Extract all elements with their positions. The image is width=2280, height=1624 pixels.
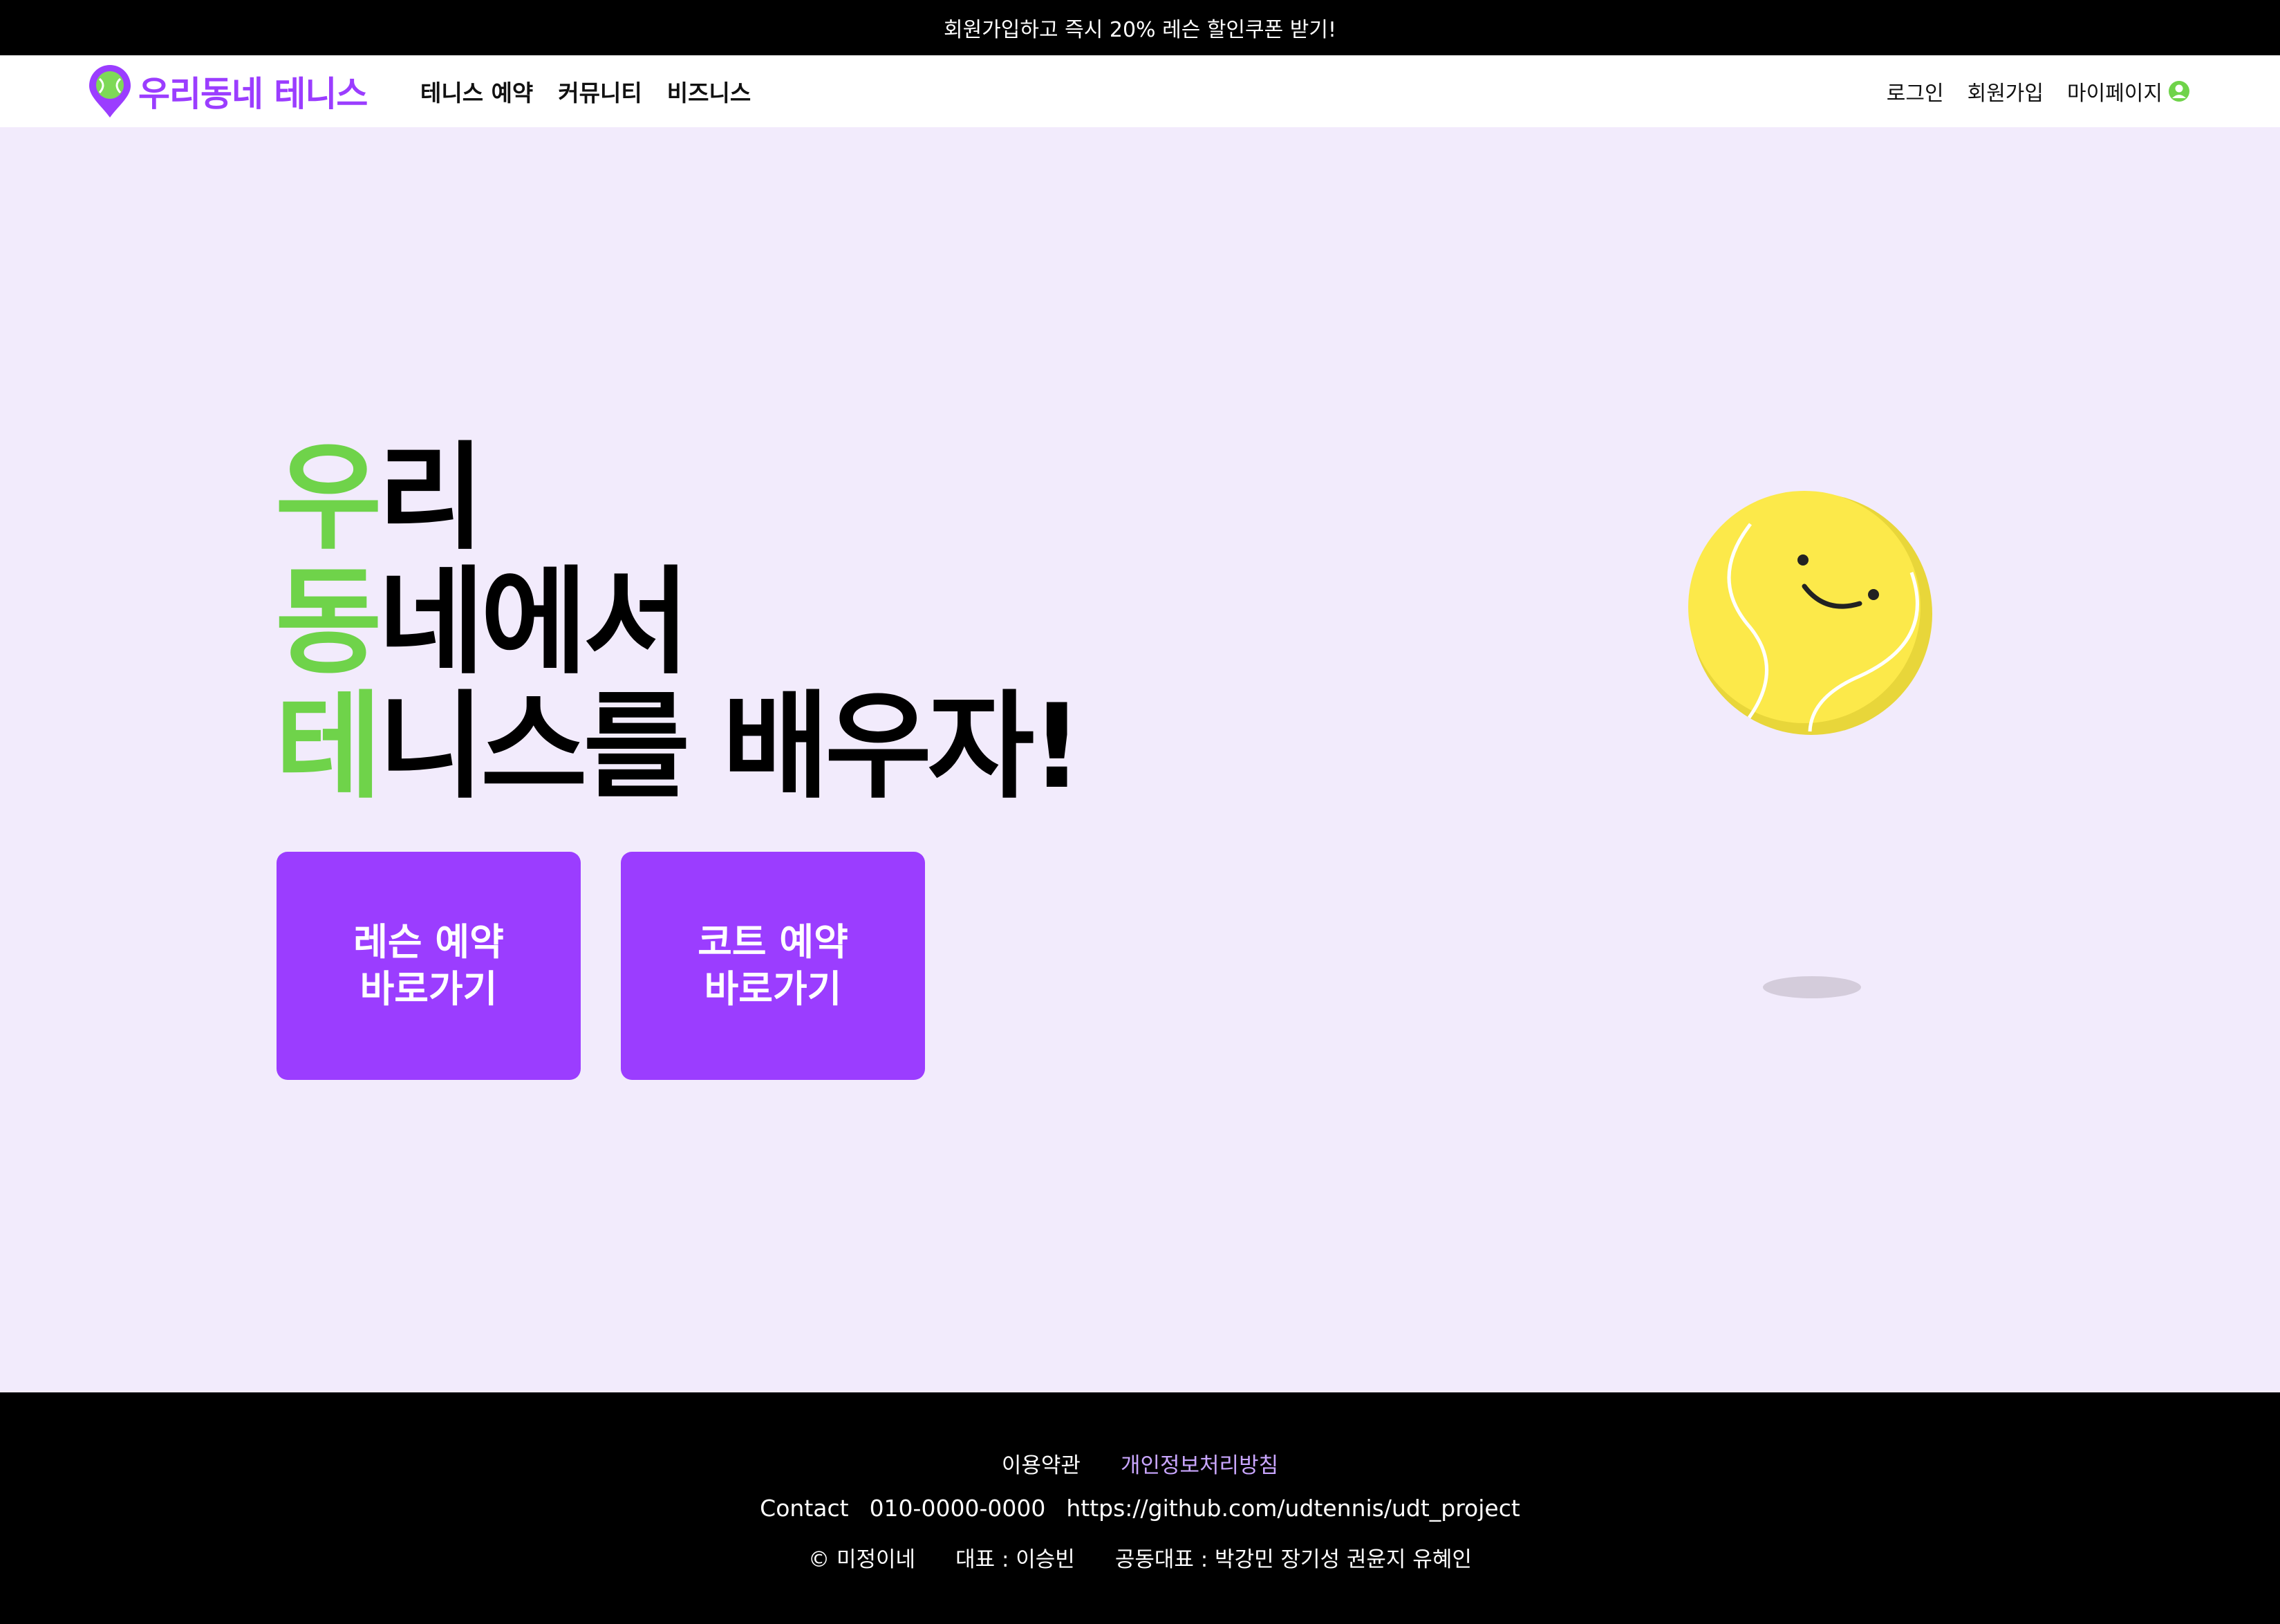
ball-shadow — [1763, 976, 1861, 998]
nav-tennis-reservation[interactable]: 테니스 예약 — [420, 75, 533, 108]
privacy-link[interactable]: 개인정보처리방침 — [1121, 1448, 1278, 1479]
hero-line-1: 우리 — [275, 436, 1079, 560]
logo-text: 우리동네 테니스 — [138, 74, 368, 114]
co-ceo: 공동대표 : 박강민 장기성 권윤지 유혜인 — [1114, 1547, 1472, 1572]
lesson-reservation-button[interactable]: 레슨 예약 바로가기 — [277, 852, 581, 1080]
tennis-location-pin-icon — [89, 65, 131, 118]
user-circle-icon — [2169, 81, 2189, 102]
contact-label: Contact — [760, 1495, 849, 1522]
contact-phone: 010-0000-0000 — [869, 1495, 1046, 1522]
promo-text[interactable]: 회원가입하고 즉시 20% 레슨 할인쿠폰 받기! — [944, 12, 1336, 43]
hero-line-text: 니스를 배우자! — [377, 679, 1083, 814]
mypage-label: 마이페이지 — [2067, 82, 2162, 106]
mypage-link[interactable]: 마이페이지 — [2067, 76, 2190, 106]
nav-links: 테니스 예약 커뮤니티 비즈니스 — [420, 55, 751, 127]
hero-title: 우리 동네에서 테니스를 배우자! — [275, 436, 1083, 809]
main-nav: 우리동네 테니스 테니스 예약 커뮤니티 비즈니스 로그인 회원가입 마이페이지 — [0, 55, 2280, 127]
terms-link[interactable]: 이용약관 — [1002, 1448, 1081, 1479]
hero-accent-char: 우 — [275, 430, 382, 566]
hero-accent-char: 테 — [275, 679, 382, 814]
nav-account: 로그인 회원가입 마이페이지 — [1887, 55, 2190, 127]
hero-line-text: 리 — [377, 430, 485, 566]
footer-company: © 미정이네 대표 : 이승빈 공동대표 : 박강민 장기성 권윤지 유혜인 — [0, 1542, 2280, 1573]
hero-line-text: 네에서 — [377, 554, 691, 690]
smiling-tennis-ball-illustration — [1688, 491, 1932, 735]
hero-accent-char: 동 — [275, 554, 382, 690]
nav-community[interactable]: 커뮤니티 — [558, 75, 642, 108]
github-link[interactable]: https://github.com/udtennis/udt_project — [1066, 1495, 1520, 1522]
court-reservation-button[interactable]: 코트 예약 바로가기 — [621, 852, 925, 1080]
ceo: 대표 : 이승빈 — [955, 1547, 1075, 1572]
promo-banner[interactable]: 회원가입하고 즉시 20% 레슨 할인쿠폰 받기! — [0, 0, 2280, 55]
copyright: © 미정이네 — [808, 1547, 916, 1572]
nav-business[interactable]: 비즈니스 — [667, 75, 751, 108]
logo[interactable]: 우리동네 테니스 — [87, 62, 368, 120]
footer: 이용약관 개인정보처리방침 Contact 010-0000-0000 http… — [0, 1392, 2280, 1624]
signup-link[interactable]: 회원가입 — [1968, 76, 2044, 106]
footer-contact: Contact 010-0000-0000 https://github.com… — [0, 1495, 2280, 1522]
hero-line-3: 테니스를 배우자! — [275, 684, 1083, 809]
hero-line-2: 동네에서 — [275, 560, 1079, 684]
login-link[interactable]: 로그인 — [1887, 76, 1944, 106]
footer-links: 이용약관 개인정보처리방침 — [0, 1448, 2280, 1479]
